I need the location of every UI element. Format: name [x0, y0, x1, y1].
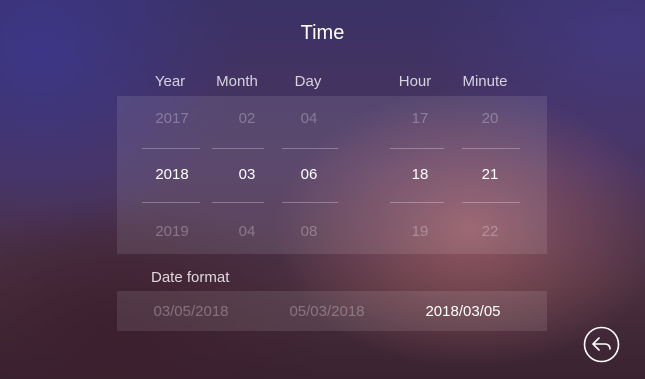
year-option-above[interactable]: 2017	[137, 110, 207, 127]
date-format-label: Date format	[151, 269, 230, 286]
month-selected-value[interactable]: 03	[212, 166, 282, 183]
back-button[interactable]	[583, 326, 620, 363]
day-separator-bottom	[282, 202, 338, 203]
year-option-below[interactable]: 2019	[137, 223, 207, 240]
date-format-option-yyyy-mm-dd[interactable]: 2018/03/05	[403, 303, 523, 320]
hour-option-above[interactable]: 17	[385, 110, 455, 127]
day-separator-top	[282, 148, 338, 149]
time-settings-screen: Time Year Month Day Hour Minute 2017 02 …	[0, 0, 645, 379]
year-separator-bottom	[142, 202, 200, 203]
month-separator-top	[212, 148, 264, 149]
back-arrow-icon	[583, 326, 620, 363]
minute-option-above[interactable]: 20	[455, 110, 525, 127]
minute-option-below[interactable]: 22	[455, 223, 525, 240]
minute-separator-bottom	[462, 202, 520, 203]
year-separator-top	[142, 148, 200, 149]
date-format-option-mm-dd-yyyy[interactable]: 03/05/2018	[131, 303, 251, 320]
hour-option-below[interactable]: 19	[385, 223, 455, 240]
hour-separator-top	[390, 148, 444, 149]
hour-column-header: Hour	[398, 73, 432, 90]
day-option-above[interactable]: 04	[274, 110, 344, 127]
year-column-header: Year	[154, 73, 186, 90]
day-column-header: Day	[294, 73, 322, 90]
month-option-above[interactable]: 02	[212, 110, 282, 127]
month-separator-bottom	[212, 202, 264, 203]
month-column-header: Month	[216, 73, 258, 90]
month-option-below[interactable]: 04	[212, 223, 282, 240]
day-option-below[interactable]: 08	[274, 223, 344, 240]
minute-selected-value[interactable]: 21	[455, 166, 525, 183]
hour-selected-value[interactable]: 18	[385, 166, 455, 183]
minute-separator-top	[462, 148, 520, 149]
day-selected-value[interactable]: 06	[274, 166, 344, 183]
minute-column-header: Minute	[462, 73, 508, 90]
page-title: Time	[300, 22, 345, 44]
date-format-option-dd-mm-yyyy[interactable]: 05/03/2018	[267, 303, 387, 320]
hour-separator-bottom	[390, 202, 444, 203]
year-selected-value[interactable]: 2018	[137, 166, 207, 183]
